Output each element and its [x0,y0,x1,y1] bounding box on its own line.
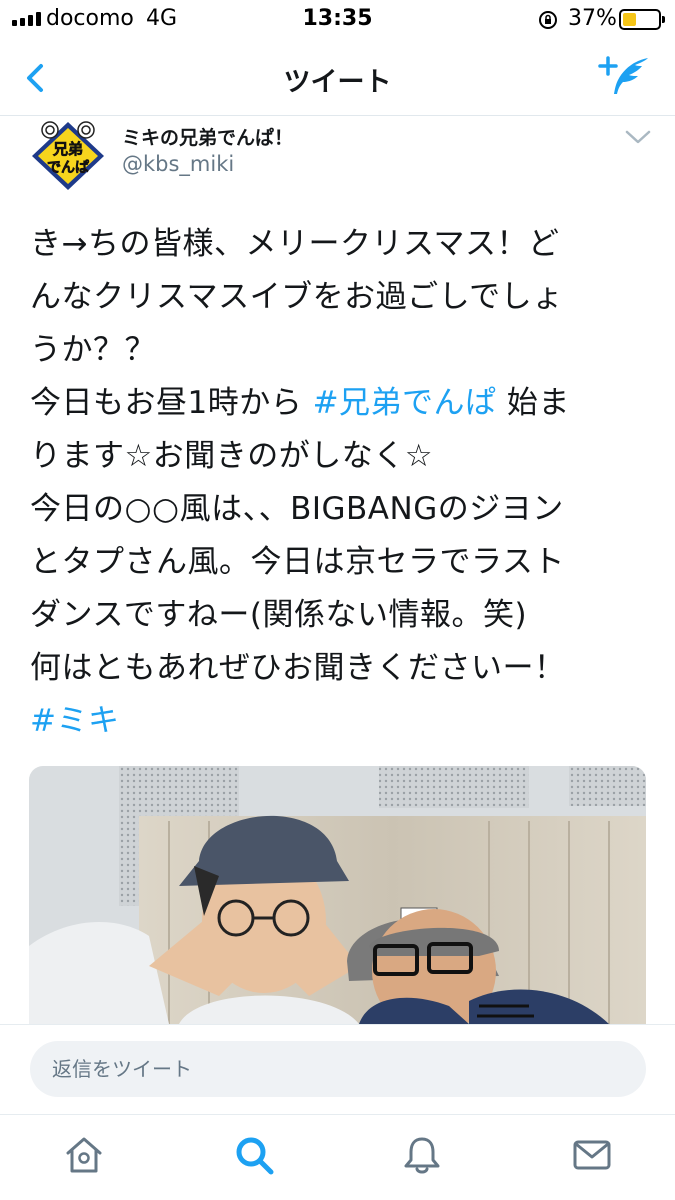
tweet-text-line: ります☆お聞きのがしなく☆ [30,430,650,483]
photo-image [29,766,646,1024]
avatar[interactable]: 兄弟 でんぱ [28,116,108,194]
tab-bar [0,1114,675,1200]
author-display-name[interactable]: ミキの兄弟でんぱ！ [122,123,293,150]
tweet-text-segment: ダンスですねー(関係ない情報。笑) [30,597,528,633]
chevron-down-icon[interactable] [624,128,652,146]
tweet-text-segment: うか？？ [30,332,156,368]
tweet-text-line: き→ちの皆様、メリークリスマス！ど [30,218,650,271]
hashtag-link[interactable]: #兄弟でんぱ [313,385,497,421]
author-handle[interactable]: @kbs_miki [122,152,234,176]
battery-icon [619,9,665,30]
tweet-text-line: とタプさん風。今日は京セラでラスト [30,536,650,589]
status-bar: docomo 4G 13:35 37% [0,0,675,40]
tweet-text-line: んなクリスマスイブをお過ごしでしょ [30,271,650,324]
tweet-text-line: うか？？ [30,324,650,377]
tweet-text-segment: ります☆お聞きのがしなく☆ [30,438,434,474]
tweet-text-segment: 今日もお昼1時から [30,385,313,421]
home-icon[interactable] [62,1133,106,1177]
rotation-lock-icon [539,11,557,29]
tweet-text-line: 今日の○○風は、、BIGBANGのジヨン [30,483,650,536]
avatar-logo-image: 兄弟 でんぱ [28,116,108,194]
tweet-text-segment: とタプさん風。今日は京セラでラスト [30,544,565,580]
tweet-text-segment: んなクリスマスイブをお過ごしでしょ [30,279,564,315]
tweet-text-segment: 始ま [496,385,570,421]
tweet-photo[interactable] [29,766,646,1024]
reply-input[interactable]: 返信をツイート [30,1041,646,1097]
tweet-text-line: ダンスですねー(関係ない情報。笑) [30,589,650,642]
navigation-bar: ツイート [0,40,675,116]
search-icon[interactable] [232,1133,276,1177]
tweet-text-segment: き→ちの皆様、メリークリスマス！ど [30,226,560,262]
svg-text:兄弟: 兄弟 [52,140,83,158]
compose-tweet-icon[interactable] [596,54,654,98]
reply-bar: 返信をツイート [0,1024,675,1114]
tweet-text: き→ちの皆様、メリークリスマス！ど んなクリスマスイブをお過ごしでしょ うか？？ 今日… [30,218,650,748]
battery-level-fill [623,13,636,26]
page-title: ツイート [283,67,392,98]
battery-percent: 37% [568,6,617,31]
tweet-text-line: 今日もお昼1時から #兄弟でんぱ 始ま [30,377,650,430]
tweet-text-line: 何はともあれぜひお聞きくださいー！ [30,642,650,695]
svg-text:でんぱ: でんぱ [47,159,89,176]
messages-envelope-icon[interactable] [570,1133,614,1177]
hashtag-link[interactable]: #ミキ [30,703,119,739]
tweet-text-segment: 何はともあれぜひお聞きくださいー！ [30,650,566,686]
tweet-text-segment: 今日の○○風は、、BIGBANGのジヨン [30,491,564,527]
notifications-bell-icon[interactable] [400,1133,444,1177]
tweet-text-line: #ミキ [30,695,650,748]
